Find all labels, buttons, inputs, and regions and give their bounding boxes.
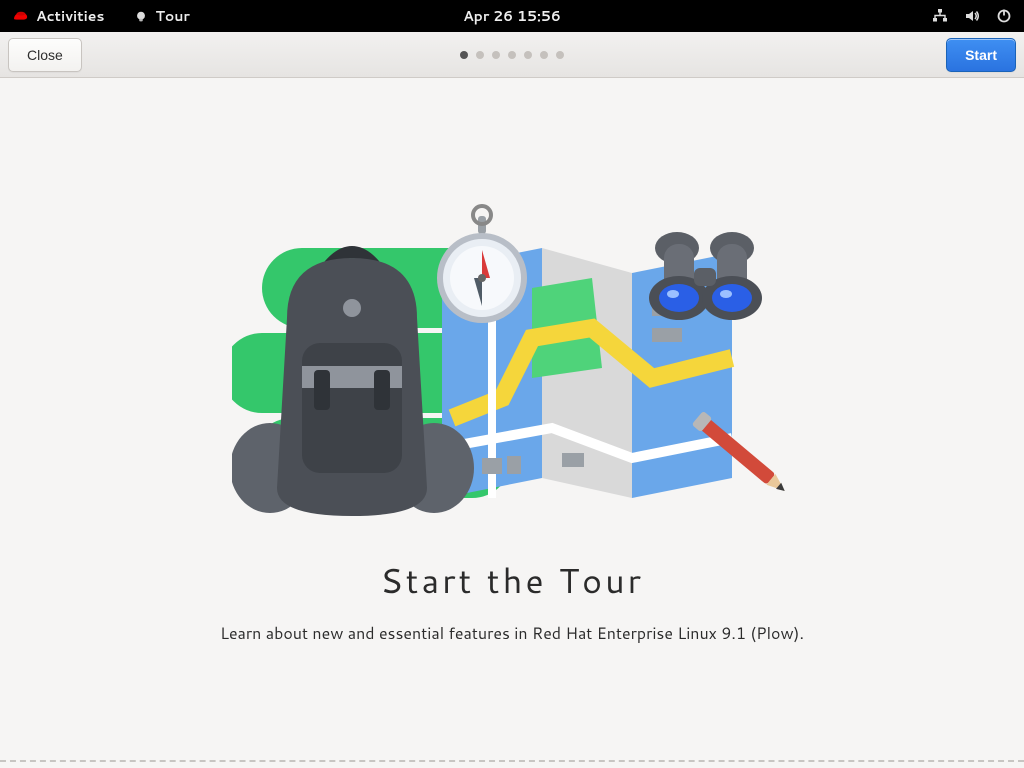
panel-clock[interactable]: Apr 26 15:56 xyxy=(463,6,561,26)
volume-icon[interactable] xyxy=(964,8,980,24)
page-dot[interactable] xyxy=(524,51,532,59)
panel-left: Activities Tour xyxy=(12,6,190,26)
tour-main: Start the Tour Learn about new and essen… xyxy=(0,78,1024,768)
close-button[interactable]: Close xyxy=(8,38,82,72)
panel-right xyxy=(932,8,1012,24)
bottom-separator xyxy=(0,760,1024,762)
lightbulb-icon xyxy=(134,9,148,23)
app-menu-label: Tour xyxy=(155,6,189,26)
tour-title: Start the Tour xyxy=(380,556,644,604)
tour-subtitle: Learn about new and essential features i… xyxy=(220,622,804,645)
page-dot[interactable] xyxy=(556,51,564,59)
page-dot[interactable] xyxy=(492,51,500,59)
page-dot[interactable] xyxy=(508,51,516,59)
page-dot[interactable] xyxy=(476,51,484,59)
redhat-logo-icon xyxy=(12,9,30,23)
power-icon[interactable] xyxy=(996,8,1012,24)
page-indicator xyxy=(460,51,564,59)
activities-button[interactable]: Activities xyxy=(12,6,104,26)
network-icon[interactable] xyxy=(932,8,948,24)
top-panel: Activities Tour Apr 26 15:56 xyxy=(0,0,1024,32)
binoculars-icon xyxy=(649,232,762,320)
app-menu[interactable]: Tour xyxy=(134,6,189,26)
activities-label: Activities xyxy=(36,6,104,26)
tour-header-bar: Close Start xyxy=(0,32,1024,78)
compass-icon xyxy=(440,206,524,320)
page-dot[interactable] xyxy=(540,51,548,59)
tour-illustration xyxy=(232,198,792,518)
start-button[interactable]: Start xyxy=(946,38,1016,72)
page-dot[interactable] xyxy=(460,51,468,59)
